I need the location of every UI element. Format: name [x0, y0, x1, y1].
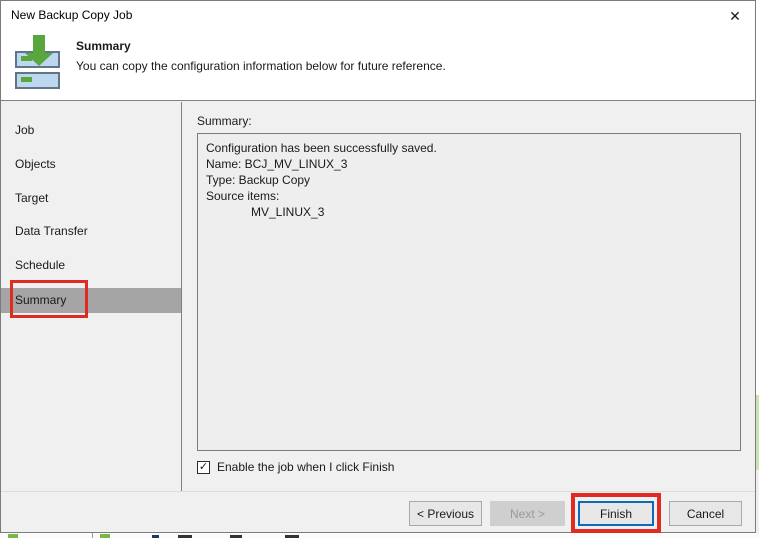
background-fragment	[92, 533, 93, 538]
green-down-arrow-icon	[33, 35, 45, 53]
sidebar-item-target[interactable]: Target	[1, 186, 181, 211]
enable-job-row: ✓ Enable the job when I click Finish	[197, 459, 394, 475]
green-down-arrow-icon	[25, 53, 53, 66]
summary-line: MV_LINUX_3	[251, 205, 325, 219]
new-backup-copy-job-dialog: New Backup Copy Job ✕ Summary You can co…	[0, 0, 756, 533]
summary-line: Source items:	[206, 189, 280, 203]
next-button[interactable]: Next >	[490, 501, 565, 526]
title-bar[interactable]: New Backup Copy Job ✕	[1, 1, 755, 31]
window-title: New Backup Copy Job	[11, 8, 133, 22]
summary-line: Type: Backup Copy	[206, 173, 311, 187]
background-fragment	[100, 534, 110, 538]
summary-line: Name: BCJ_MV_LINUX_3	[206, 157, 348, 171]
wizard-header: Summary You can copy the configuration i…	[1, 31, 755, 101]
sidebar-item-objects[interactable]: Objects	[1, 152, 181, 177]
step-title: Summary	[76, 39, 131, 53]
summary-textbox[interactable]: Configuration has been successfully save…	[197, 133, 741, 451]
enable-job-checkbox-label[interactable]: Enable the job when I click Finish	[217, 460, 394, 474]
sidebar-separator	[181, 102, 182, 491]
annotation-box-summary-step	[10, 280, 88, 318]
step-description: You can copy the configuration informati…	[76, 59, 446, 73]
sidebar-item-data-transfer[interactable]: Data Transfer	[1, 219, 181, 244]
cancel-button[interactable]: Cancel	[669, 501, 742, 526]
sidebar-item-job[interactable]: Job	[1, 118, 181, 143]
backup-copy-job-icon	[15, 35, 63, 91]
annotation-box-finish-button	[571, 493, 661, 533]
repository-led-icon	[21, 77, 32, 82]
repository-box-icon	[15, 72, 60, 89]
summary-label: Summary:	[197, 114, 252, 128]
previous-button[interactable]: < Previous	[409, 501, 482, 526]
sidebar-item-schedule[interactable]: Schedule	[1, 253, 181, 278]
close-icon[interactable]: ✕	[723, 6, 747, 26]
footer-separator	[1, 491, 755, 492]
enable-job-checkbox[interactable]: ✓	[197, 460, 210, 474]
summary-line: Configuration has been successfully save…	[206, 141, 437, 155]
background-app-sliver	[0, 533, 759, 538]
background-fragment	[8, 534, 18, 538]
